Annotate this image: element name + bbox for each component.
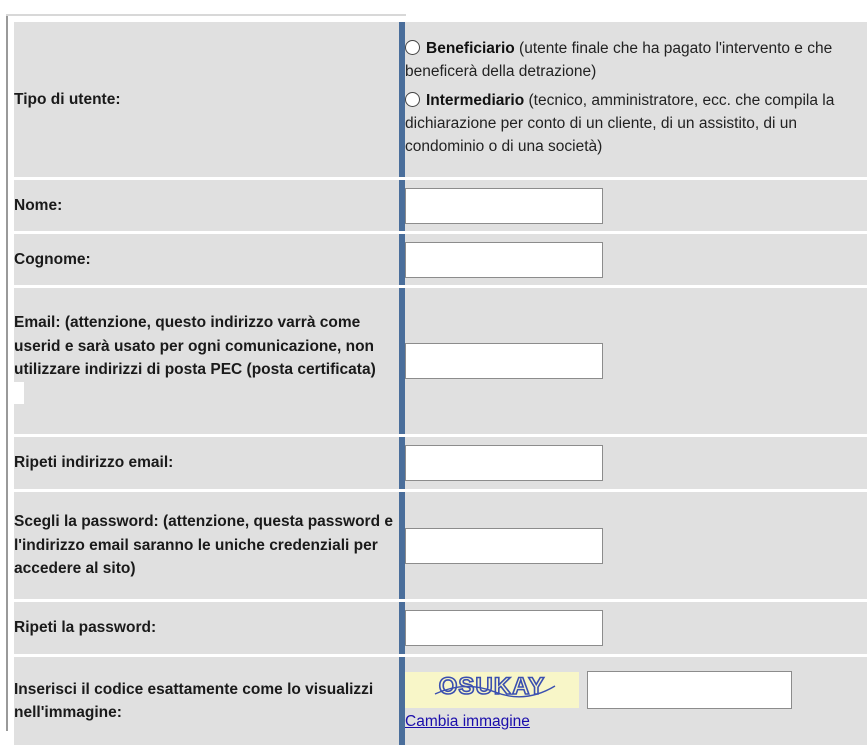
label-nome: Nome: [14, 180, 399, 231]
cognome-input[interactable] [405, 241, 603, 278]
field-email [405, 288, 867, 434]
captcha-image: OSUKAY [405, 672, 579, 708]
field-ripeti-password [405, 602, 867, 654]
label-email: Email: (attenzione, questo indirizzo var… [14, 314, 376, 378]
field-captcha: OSUKAY Cambia immagine [405, 657, 867, 745]
label-cognome: Cognome: [14, 234, 399, 285]
radio-intermediario[interactable] [405, 92, 420, 107]
ripeti-password-input[interactable] [405, 610, 603, 646]
row-password: Scegli la password: (attenzione, questa … [14, 492, 867, 599]
label-captcha: Inserisci il codice esattamente come lo … [14, 657, 399, 745]
password-input[interactable] [405, 527, 603, 564]
nome-input[interactable] [405, 187, 603, 224]
email-hint-box [14, 381, 24, 404]
field-ripeti-email [405, 437, 867, 489]
ripeti-email-input[interactable] [405, 445, 603, 481]
row-nome: Nome: [14, 180, 867, 231]
registration-form: Tipo di utente: Beneficiario (utente fin… [14, 19, 867, 748]
field-user-type: Beneficiario (utente finale che ha pagat… [405, 22, 867, 177]
row-user-type: Tipo di utente: Beneficiario (utente fin… [14, 22, 867, 177]
beneficiario-title: Beneficiario [426, 40, 515, 57]
row-ripeti-email: Ripeti indirizzo email: [14, 437, 867, 489]
row-cognome: Cognome: [14, 234, 867, 285]
intermediario-title: Intermediario [426, 92, 525, 109]
row-ripeti-password: Ripeti la password: [14, 602, 867, 654]
radio-intermediario-option: Intermediario (tecnico, amministratore, … [405, 89, 867, 164]
field-nome [405, 180, 867, 231]
label-email-cell: Email: (attenzione, questo indirizzo var… [14, 288, 399, 434]
captcha-input[interactable] [587, 671, 792, 709]
row-captcha: Inserisci il codice esattamente come lo … [14, 657, 867, 745]
frame-top-border [6, 14, 406, 16]
frame-left-border [6, 14, 8, 731]
change-captcha-link[interactable]: Cambia immagine [405, 713, 530, 730]
label-ripeti-email: Ripeti indirizzo email: [14, 437, 399, 489]
field-cognome [405, 234, 867, 285]
label-ripeti-password: Ripeti la password: [14, 602, 399, 654]
radio-beneficiario-option: Beneficiario (utente finale che ha pagat… [405, 35, 867, 89]
label-user-type: Tipo di utente: [14, 22, 399, 177]
captcha-row: OSUKAY [405, 671, 867, 709]
row-email: Email: (attenzione, questo indirizzo var… [14, 288, 867, 434]
radio-beneficiario[interactable] [405, 40, 420, 55]
email-input[interactable] [405, 343, 603, 379]
field-password [405, 492, 867, 599]
captcha-graphic: OSUKAY [434, 672, 556, 701]
label-password: Scegli la password: (attenzione, questa … [14, 492, 399, 599]
